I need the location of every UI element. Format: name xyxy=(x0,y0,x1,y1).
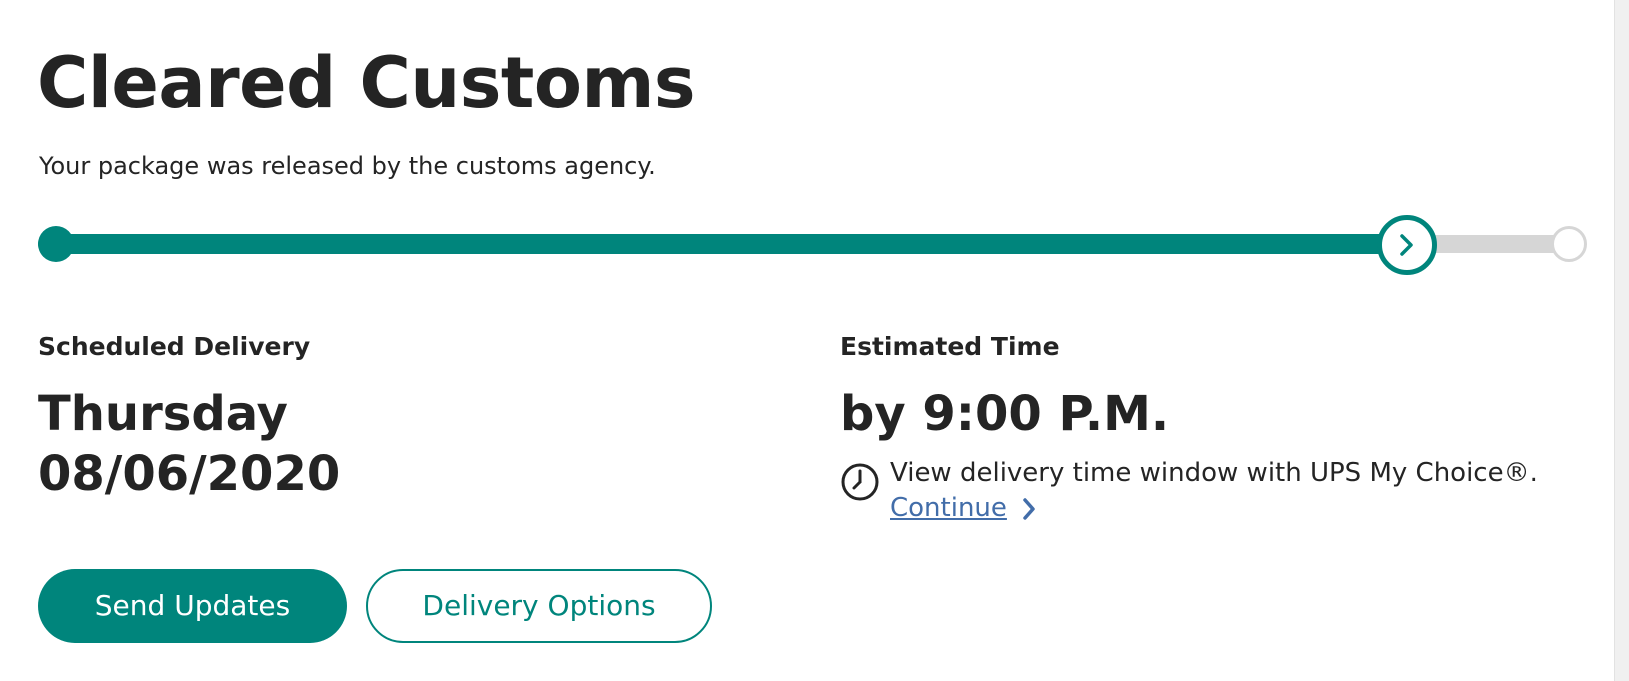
estimated-time-label: Estimated Time xyxy=(840,332,1060,361)
chevron-right-icon xyxy=(1400,234,1413,256)
tracking-status-card: Cleared Customs Your package was release… xyxy=(0,0,1629,681)
estimated-time-value: by 9:00 P.M. xyxy=(840,386,1170,442)
estimated-time-section: Estimated Time by 9:00 P.M. xyxy=(840,330,1169,444)
delivery-date: 08/06/2020 xyxy=(38,446,341,502)
progress-start-dot xyxy=(38,226,74,262)
progress-tracker xyxy=(38,215,1587,275)
continue-link[interactable]: Continue xyxy=(890,491,1037,526)
progress-track-remaining xyxy=(1418,235,1568,253)
delivery-day: Thursday xyxy=(38,386,288,442)
send-updates-button[interactable]: Send Updates xyxy=(38,569,347,643)
delivery-options-button[interactable]: Delivery Options xyxy=(366,569,712,643)
continue-link-label: Continue xyxy=(890,493,1007,523)
my-choice-row: View delivery time window with UPS My Ch… xyxy=(840,456,1538,526)
progress-track-fill xyxy=(38,234,1424,254)
progress-current-marker xyxy=(1377,215,1437,275)
chevron-right-icon xyxy=(1023,497,1035,520)
page-scroll-edge xyxy=(1614,0,1629,681)
status-title: Cleared Customs xyxy=(37,42,696,124)
scheduled-delivery-section: Scheduled Delivery Thursday 08/06/2020 xyxy=(38,330,340,504)
status-description: Your package was released by the customs… xyxy=(39,152,656,180)
clock-icon xyxy=(841,463,879,501)
progress-end-dot xyxy=(1551,226,1587,262)
my-choice-text: View delivery time window with UPS My Ch… xyxy=(890,458,1538,488)
scheduled-delivery-label: Scheduled Delivery xyxy=(38,332,311,361)
